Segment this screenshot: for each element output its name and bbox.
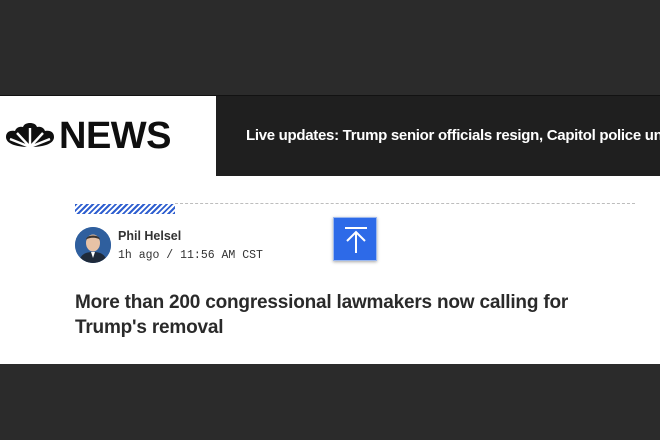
arrow-up-to-line-icon xyxy=(345,227,367,253)
live-blog-post: Phil Helsel 1h ago / 11:56 AM CST More t… xyxy=(0,176,660,364)
bottom-backdrop xyxy=(0,364,660,440)
dotted-divider xyxy=(175,203,635,204)
nbc-news-logo[interactable]: NEWS xyxy=(0,96,216,176)
share-button[interactable] xyxy=(333,217,377,261)
top-backdrop xyxy=(0,0,660,95)
peacock-icon xyxy=(6,123,54,148)
hatch-divider xyxy=(75,204,175,214)
author-photo-icon xyxy=(75,227,111,263)
post-timestamp: 1h ago / 11:56 AM CST xyxy=(118,249,263,262)
live-updates-ticker[interactable]: Live updates: Trump senior officials res… xyxy=(246,96,660,176)
author-name[interactable]: Phil Helsel xyxy=(118,229,181,243)
site-header: NEWS Live updates: Trump senior official… xyxy=(0,95,660,176)
author-avatar[interactable] xyxy=(75,227,111,263)
logo-wordmark: NEWS xyxy=(59,115,172,157)
post-headline[interactable]: More than 200 congressional lawmakers no… xyxy=(75,290,635,340)
